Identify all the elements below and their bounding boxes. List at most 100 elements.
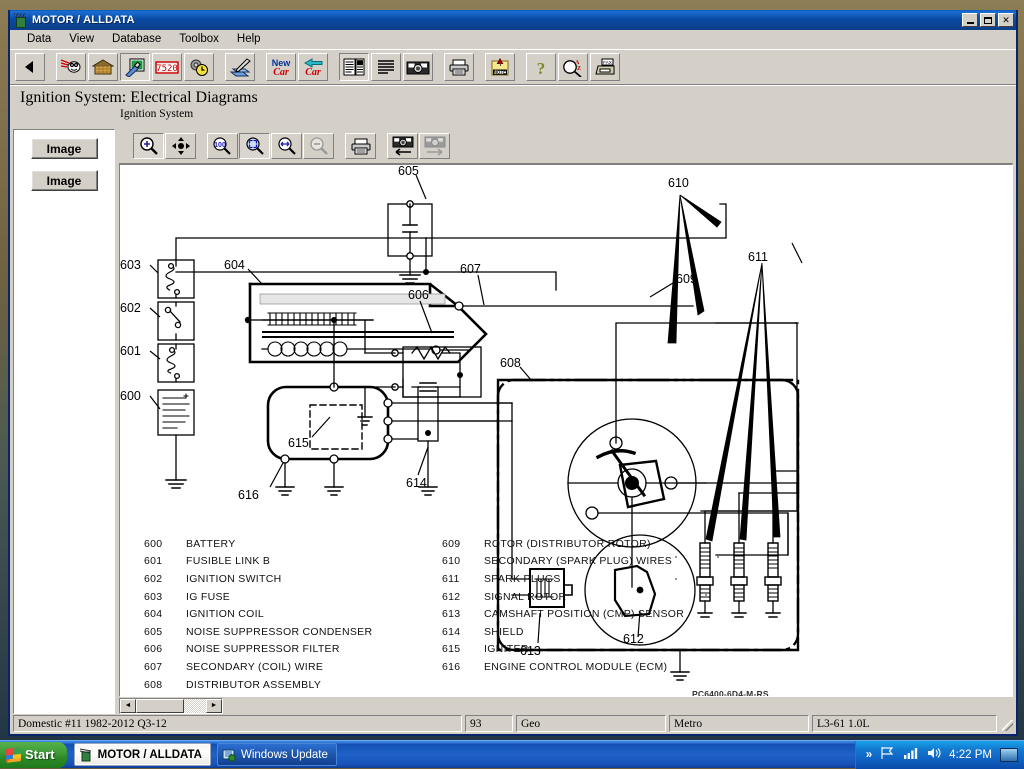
- window-titlebar[interactable]: MOTOR / ALLDATA ✕: [10, 10, 1016, 30]
- legend-row: 600BATTERY: [144, 535, 372, 553]
- next-image-button[interactable]: [419, 133, 450, 159]
- comet-button[interactable]: [56, 53, 86, 81]
- scroll-thumb[interactable]: [136, 699, 184, 713]
- motor-alldata-icon: [79, 748, 93, 762]
- taskbar-label: Windows Update: [241, 749, 328, 761]
- legend-row: 612SIGNAL ROTOR: [442, 588, 684, 606]
- fax-button[interactable]: FAX: [590, 53, 620, 81]
- taskbar: Start MOTOR / ALLDATA Windows Update: [0, 740, 1024, 768]
- legend-text: SECONDARY (COIL) WIRE: [186, 661, 323, 673]
- legend-row: 613 CAMSHAFT POSITION (CMP) SENSOR: [442, 605, 684, 623]
- odometer-button[interactable]: 7520: [152, 53, 182, 81]
- show-hidden-icons-button[interactable]: »: [866, 749, 872, 761]
- legend-number: 611: [442, 573, 466, 585]
- pan-button[interactable]: [165, 133, 196, 159]
- legend-row: 604IGNITION COIL: [144, 605, 372, 623]
- menu-item-help[interactable]: Help: [228, 31, 270, 47]
- fit-width-button[interactable]: [271, 133, 302, 159]
- content-area: Image Image: [10, 127, 1016, 714]
- pen-button[interactable]: [225, 53, 255, 81]
- legend-number: 615: [442, 643, 466, 655]
- previous-image-button[interactable]: [387, 133, 418, 159]
- scroll-left-button[interactable]: ◄: [120, 699, 136, 713]
- status-make: Geo: [516, 715, 666, 732]
- new-car-button[interactable]: New Car: [266, 53, 296, 81]
- legend-row: 601FUSIBLE LINK B: [144, 553, 372, 571]
- windows-update-icon: [222, 748, 236, 762]
- horizontal-scrollbar[interactable]: ◄ ►: [119, 698, 223, 714]
- zoom-100-button[interactable]: 100: [207, 133, 238, 159]
- page-subtitle: Ignition System: [120, 107, 1016, 121]
- legend-text: SECONDARY (SPARK PLUG) WIRES: [484, 555, 672, 567]
- legend-number: 606: [144, 643, 168, 655]
- help-button[interactable]: ?: [526, 53, 556, 81]
- specs-list-button[interactable]: [339, 53, 369, 81]
- svg-text:FAX: FAX: [603, 60, 612, 65]
- legend-number: 609: [442, 538, 466, 550]
- callout-616: 616: [238, 488, 259, 502]
- image-button-2[interactable]: Image: [31, 170, 98, 191]
- previous-car-button[interactable]: Car: [298, 53, 328, 81]
- legend-text: SHIELD: [484, 626, 524, 638]
- horizontal-scrollbar-row: ◄ ►: [119, 697, 1013, 714]
- legend-number: 608: [144, 679, 168, 691]
- legend-text: SPARK PLUGS: [484, 573, 561, 585]
- legend-row: 603IG FUSE: [144, 588, 372, 606]
- status-year: 93: [465, 715, 513, 732]
- back-button[interactable]: [15, 53, 45, 81]
- legend-number: 610: [442, 555, 466, 567]
- diagram-canvas[interactable]: 603 602 601 600 604 605 606 607 608 609 …: [119, 164, 1013, 697]
- diagrams-button[interactable]: [120, 53, 150, 81]
- maximize-button[interactable]: [980, 13, 996, 27]
- minimize-button[interactable]: [962, 13, 978, 27]
- clock[interactable]: 4:22 PM: [949, 749, 992, 761]
- main-toolbar: 7520: [10, 49, 1016, 85]
- menu-item-database[interactable]: Database: [103, 31, 170, 47]
- application-window: MOTOR / ALLDATA ✕ Data View Database Too…: [8, 10, 1018, 736]
- network-signal-icon[interactable]: [903, 746, 918, 763]
- print-image-button[interactable]: [345, 133, 376, 159]
- zoom-out-button[interactable]: [303, 133, 334, 159]
- scroll-right-button[interactable]: ►: [206, 699, 222, 713]
- taskbar-label: MOTOR / ALLDATA: [98, 749, 202, 761]
- legend-text: IGNITION SWITCH: [186, 573, 282, 585]
- flag-icon[interactable]: [880, 746, 895, 763]
- home-button[interactable]: [88, 53, 118, 81]
- scroll-track[interactable]: [184, 699, 206, 713]
- image-button-1[interactable]: Image: [31, 138, 98, 159]
- legend-text: CAMSHAFT POSITION (CMP) SENSOR: [484, 608, 684, 620]
- legend-row: 608DISTRIBUTOR ASSEMBLY: [144, 676, 372, 694]
- zoom-in-button[interactable]: [133, 133, 164, 159]
- menu-item-view[interactable]: View: [60, 31, 103, 47]
- legend-number: 613: [442, 608, 466, 620]
- svg-text:Car: Car: [273, 67, 289, 77]
- image-view-toolbar: 100: [119, 129, 1013, 164]
- system-tray: » 4:22 PM: [855, 741, 1024, 769]
- timer-button[interactable]: [184, 53, 214, 81]
- note-button[interactable]: NOTE: [485, 53, 515, 81]
- start-button[interactable]: Start: [0, 742, 67, 768]
- legend-text: SIGNAL ROTOR: [484, 591, 566, 603]
- find-button[interactable]: A Z: [558, 53, 588, 81]
- callout-602: 602: [120, 301, 141, 315]
- resize-grip[interactable]: [1000, 715, 1014, 732]
- svg-text:NOTE: NOTE: [494, 69, 506, 74]
- callout-614: 614: [406, 476, 427, 490]
- taskbar-item-motor-alldata[interactable]: MOTOR / ALLDATA: [74, 743, 211, 766]
- legend-row: 616ENGINE CONTROL MODULE (ECM): [442, 658, 684, 676]
- menu-item-toolbox[interactable]: Toolbox: [170, 31, 228, 47]
- volume-icon[interactable]: [926, 746, 941, 763]
- taskbar-item-windows-update[interactable]: Windows Update: [217, 743, 337, 766]
- camera-button[interactable]: [403, 53, 433, 81]
- print-button[interactable]: [444, 53, 474, 81]
- show-desktop-icon[interactable]: [1000, 748, 1018, 762]
- legend-row: 605NOISE SUPPRESSOR CONDENSER: [144, 623, 372, 641]
- legend-text: IGNITION COIL: [186, 608, 264, 620]
- menu-item-data[interactable]: Data: [18, 31, 60, 47]
- legend-row: 607SECONDARY (COIL) WIRE: [144, 658, 372, 676]
- text-lines-button[interactable]: [371, 53, 401, 81]
- close-button[interactable]: ✕: [998, 13, 1014, 27]
- legend-text: BATTERY: [186, 538, 236, 550]
- fit-page-button[interactable]: [239, 133, 270, 159]
- page-heading: Ignition System: Electrical Diagrams Ign…: [10, 85, 1016, 127]
